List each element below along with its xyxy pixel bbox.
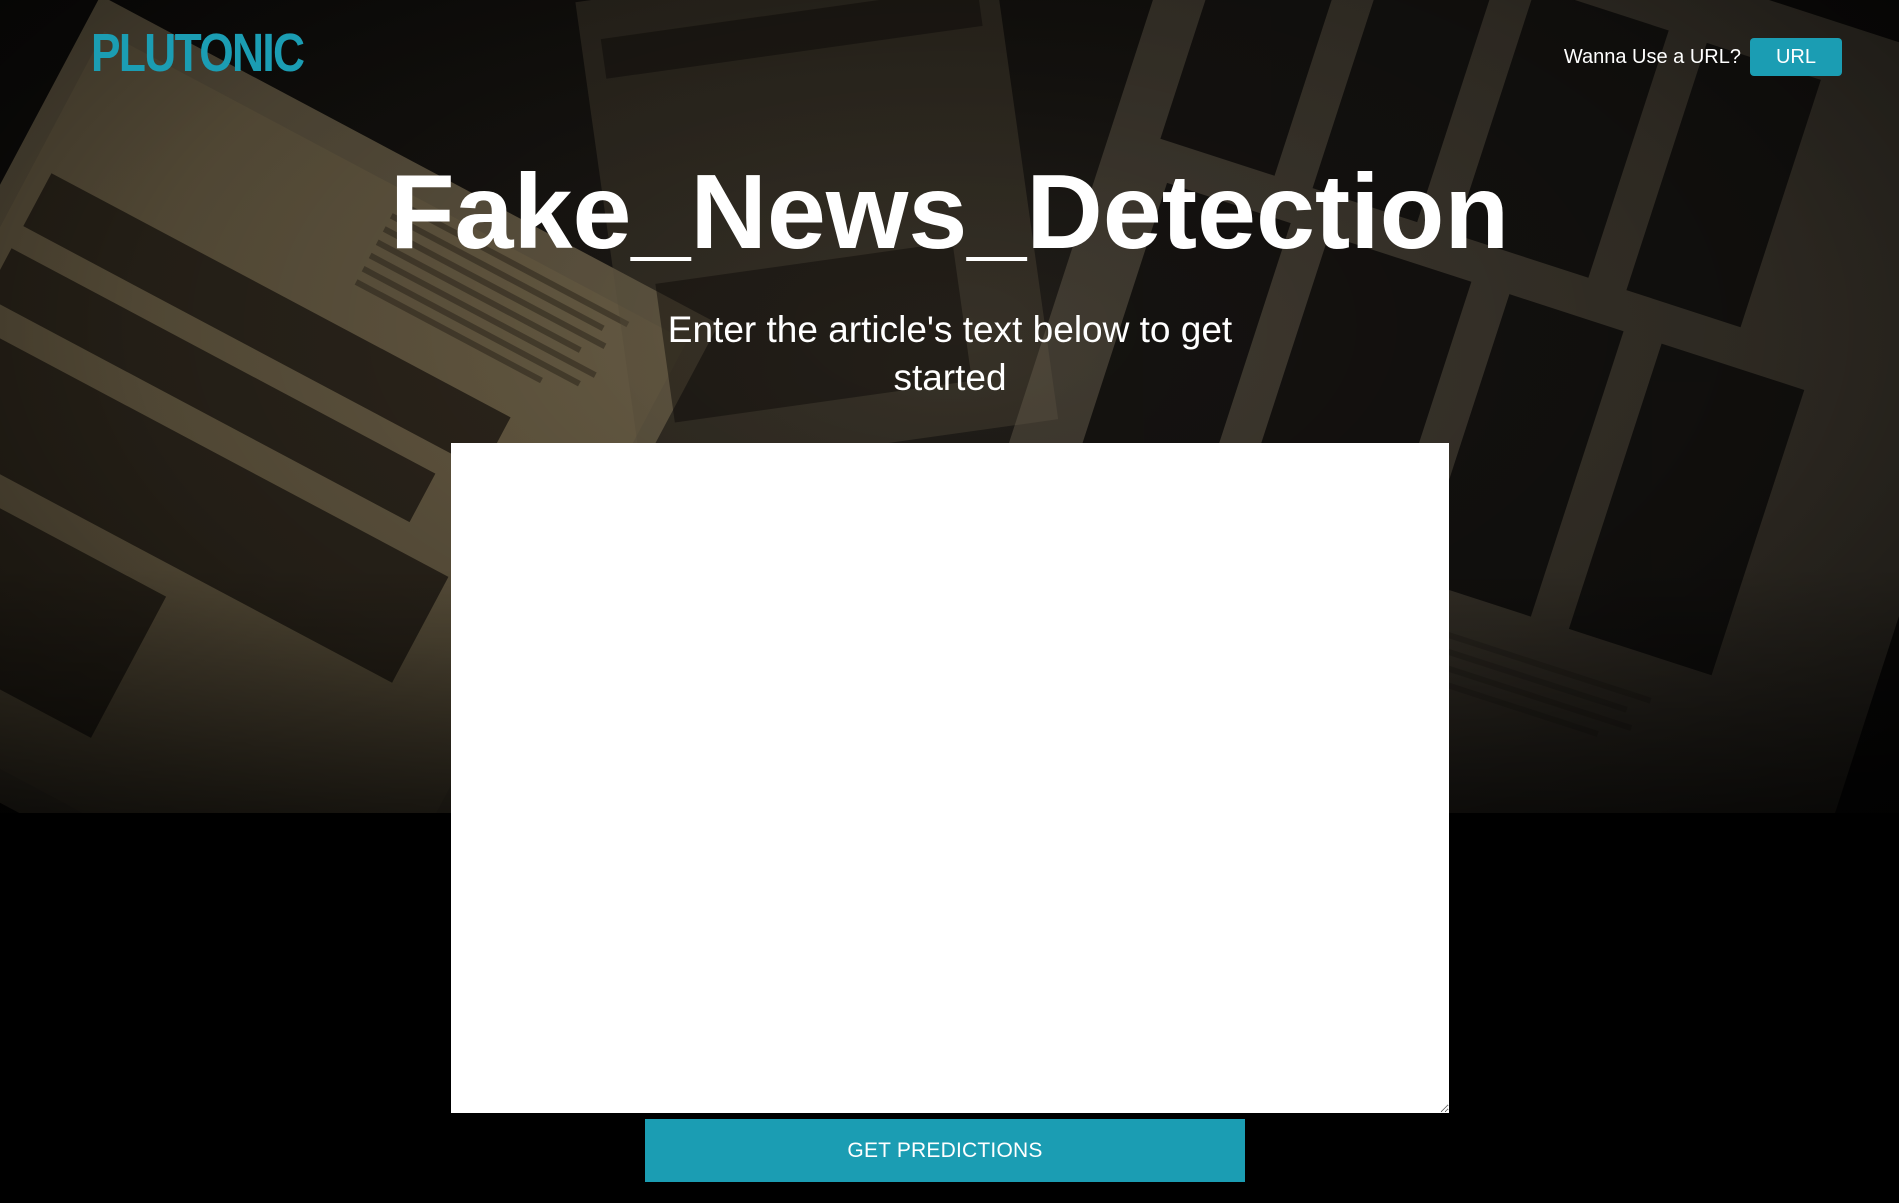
get-predictions-button[interactable]: GET PREDICTIONS	[645, 1119, 1245, 1182]
url-button[interactable]: URL	[1750, 38, 1842, 76]
page-title: Fake_News_Detection	[389, 153, 1510, 271]
page-subtitle: Enter the article's text below to get st…	[667, 309, 1233, 398]
page: PLUTONIC Wanna Use a URL? URL Fake_News_…	[0, 0, 1899, 1203]
plutonic-logo[interactable]: PLUTONIC	[91, 20, 305, 86]
article-text-input[interactable]	[451, 443, 1449, 1113]
url-prompt-text: Wanna Use a URL?	[1563, 45, 1741, 68]
url-cta: Wanna Use a URL? URL	[1564, 38, 1842, 76]
